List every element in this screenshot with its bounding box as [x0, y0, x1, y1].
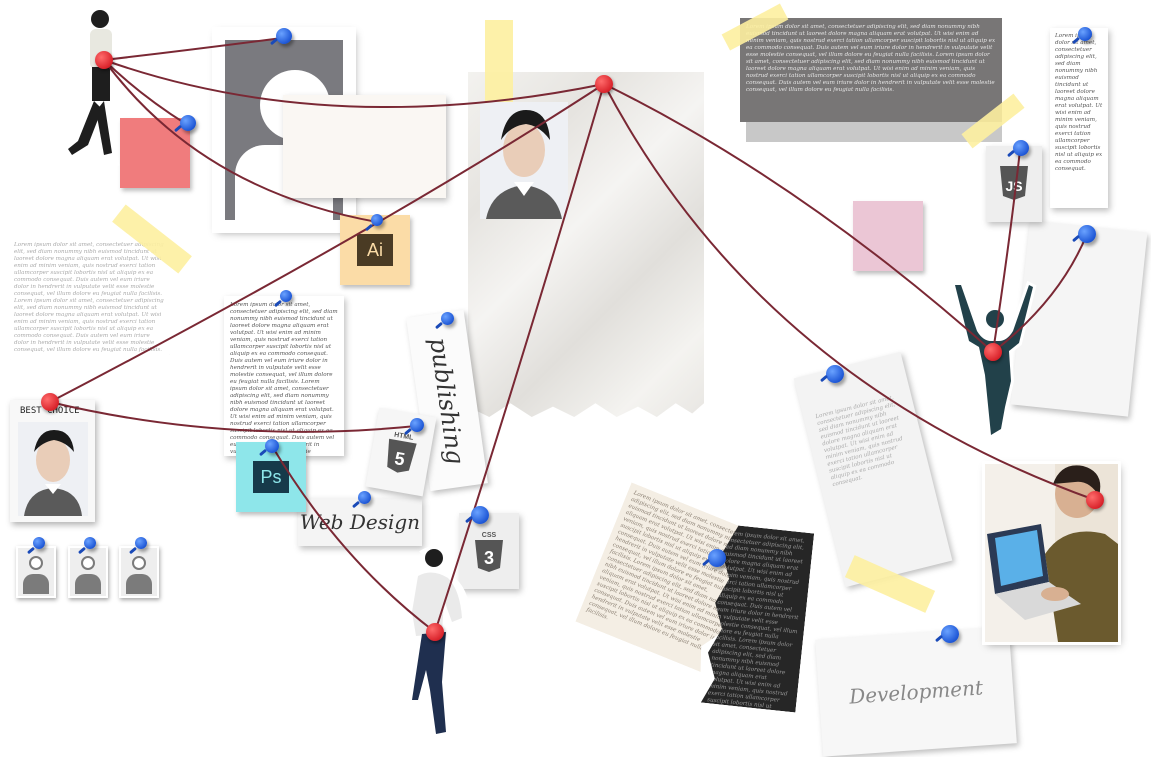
portrait-large[interactable]: [480, 102, 568, 219]
push-pin-icon[interactable]: [1078, 225, 1096, 243]
css3-icon-label: CSS: [482, 532, 497, 539]
text-note-right-narrow-body: Lorem ipsum dolor sit amet, consectetuer…: [1055, 33, 1103, 172]
running-person-cutout[interactable]: [398, 546, 476, 746]
text-note-right-narrow[interactable]: Lorem ipsum dolor sit amet, consectetuer…: [1050, 28, 1108, 208]
red-pin[interactable]: [95, 51, 113, 69]
text-note-center-left[interactable]: Lorem ipsum dolor sit amet, consectetuer…: [224, 296, 344, 456]
photoshop-icon: Ps: [253, 461, 289, 493]
web-design-card[interactable]: Web Design: [298, 498, 422, 546]
js-icon: JS: [1000, 166, 1028, 200]
push-pin-icon[interactable]: [358, 491, 371, 504]
development-label: Development: [848, 674, 984, 709]
push-pin-icon[interactable]: [1078, 27, 1092, 41]
user-placeholder-icon[interactable]: [16, 546, 56, 598]
push-pin-icon[interactable]: [471, 506, 489, 524]
push-pin-icon[interactable]: [280, 290, 292, 302]
push-pin-icon[interactable]: [371, 214, 383, 226]
js-icon-label: JS: [1005, 178, 1022, 194]
css3-icon: CSS 3: [475, 532, 503, 572]
portrait-small: [18, 422, 88, 516]
red-pin[interactable]: [984, 343, 1002, 361]
tape-strip: [485, 20, 513, 102]
push-pin-icon[interactable]: [941, 625, 959, 643]
red-pin[interactable]: [1086, 491, 1104, 509]
user-placeholder-icon[interactable]: [68, 546, 108, 598]
push-pin-icon[interactable]: [180, 115, 196, 131]
push-pin-icon[interactable]: [410, 418, 424, 432]
dark-text-card[interactable]: Lorem ipsum dolor sit amet, consectetuer…: [740, 18, 1002, 122]
push-pin-icon[interactable]: [708, 549, 726, 567]
pink-sticky-note[interactable]: [853, 201, 923, 271]
portrait-large-icon: [486, 110, 562, 219]
blank-note-card[interactable]: [283, 95, 446, 198]
text-note-center-left-body: Lorem ipsum dolor sit amet, consectetuer…: [230, 302, 338, 455]
push-pin-icon[interactable]: [1013, 140, 1029, 156]
dark-text-card-body: Lorem ipsum dolor sit amet, consectetuer…: [746, 24, 996, 93]
best-choice-card[interactable]: BEST CHOICE: [10, 400, 95, 522]
push-pin-icon[interactable]: [33, 537, 45, 549]
red-pin[interactable]: [41, 393, 59, 411]
push-pin-icon[interactable]: [441, 312, 454, 325]
push-pin-icon[interactable]: [84, 537, 96, 549]
walking-person-icon: [56, 4, 120, 169]
push-pin-icon[interactable]: [276, 28, 292, 44]
push-pin-icon[interactable]: [265, 439, 279, 453]
portrait-small-icon: [24, 430, 82, 516]
push-pin-icon[interactable]: [135, 537, 147, 549]
running-person-icon: [402, 546, 476, 738]
photoshop-icon-label: Ps: [260, 466, 282, 487]
walking-person-cutout[interactable]: [56, 4, 130, 170]
illustrator-icon: Ai: [357, 234, 393, 266]
user-placeholder-icon[interactable]: [119, 546, 159, 598]
illustrator-icon-label: Ai: [366, 239, 383, 260]
js-card[interactable]: JS: [986, 146, 1042, 222]
torn-text-note-left-body: Lorem ipsum dolor sit amet, consectetuer…: [14, 242, 164, 353]
red-pin[interactable]: [595, 75, 613, 93]
text-note-tilted-body: Lorem ipsum dolor sit amet, consectetuer…: [814, 394, 904, 489]
development-card[interactable]: Development: [815, 626, 1017, 757]
push-pin-icon[interactable]: [826, 365, 844, 383]
red-pin[interactable]: [426, 623, 444, 641]
web-design-label: Web Design: [299, 510, 421, 534]
html5-icon: HTML 5: [387, 432, 417, 473]
css3-icon-number: 3: [484, 548, 494, 568]
